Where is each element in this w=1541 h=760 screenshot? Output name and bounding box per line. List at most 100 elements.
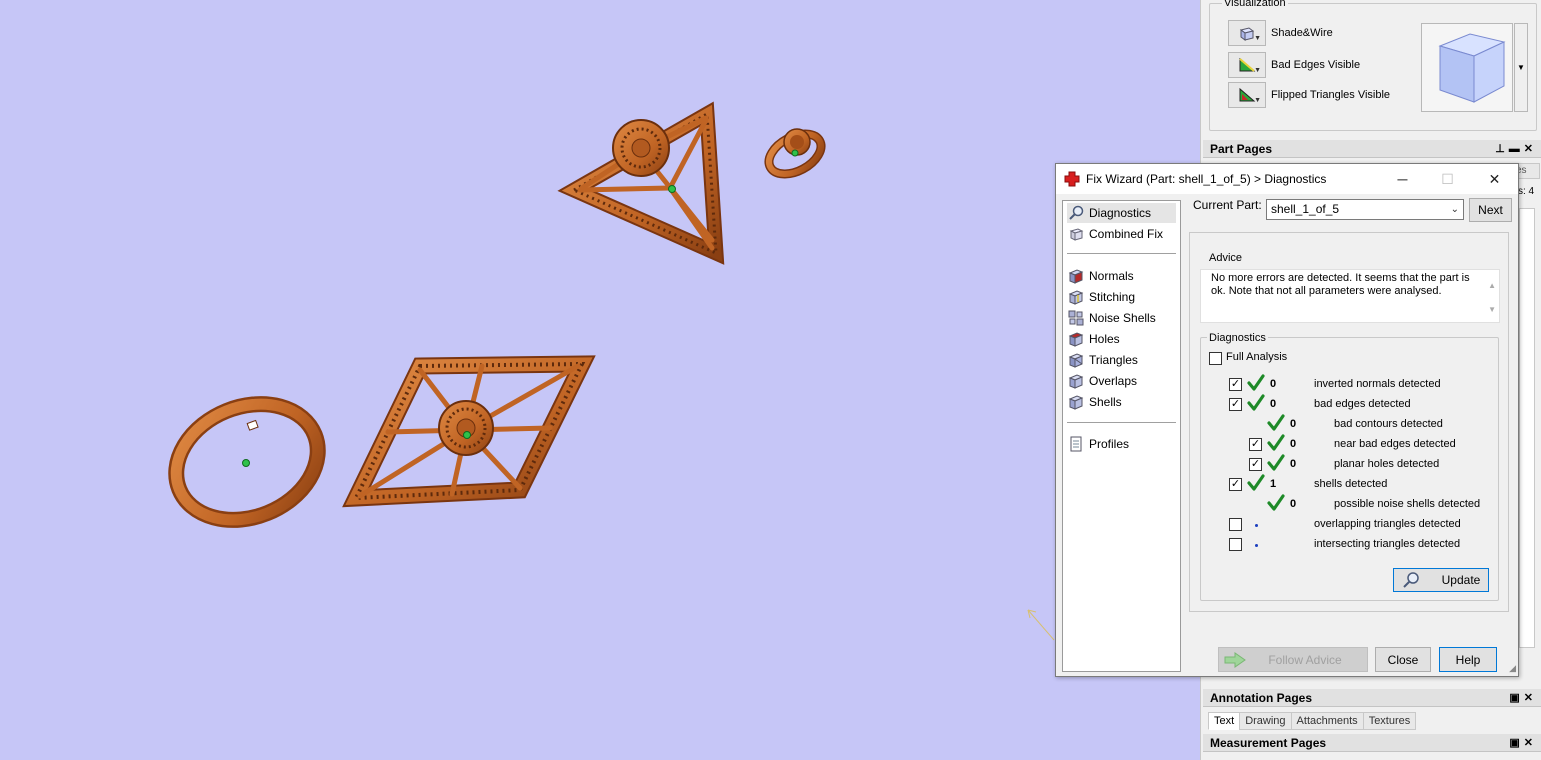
panel-controls[interactable]: ▣✕ [1509, 734, 1537, 752]
triangle-pendant-part[interactable] [557, 101, 725, 265]
green-check-icon [1267, 494, 1285, 511]
rhombus-pendant-part[interactable] [342, 355, 596, 508]
row-checkbox[interactable] [1229, 538, 1242, 551]
part-pages-header: Part Pages ⊥▬✕ [1203, 140, 1541, 158]
small-ring-part[interactable] [762, 126, 827, 182]
3d-viewport[interactable] [0, 0, 1200, 760]
wizard-nav-list: Diagnostics Combined Fix Normals Stitchi… [1062, 200, 1181, 672]
visualization-label: Visualization [1222, 0, 1288, 10]
nav-item-noise-shells[interactable]: Noise Shells [1067, 308, 1156, 328]
panel-controls[interactable]: ▣✕ [1509, 689, 1537, 707]
measurement-pages-title: Measurement Pages [1210, 736, 1327, 750]
shells-icon [1067, 393, 1085, 411]
current-part-value: shell_1_of_5 [1271, 202, 1340, 216]
flipped-triangles-button[interactable]: ▼ [1228, 82, 1266, 108]
visualization-group: Visualization ▼ Shade&Wire ▼ Bad Edges V… [1209, 0, 1537, 131]
cube-icon [1067, 225, 1085, 243]
annotation-pages-title: Annotation Pages [1210, 691, 1313, 705]
row-label: bad edges detected [1314, 398, 1411, 410]
advice-textbox[interactable]: No more errors are detected. It seems th… [1200, 269, 1500, 323]
overlaps-icon [1067, 372, 1085, 390]
nav-item-profiles[interactable]: Profiles [1067, 434, 1129, 454]
tab-drawing[interactable]: Drawing [1239, 712, 1292, 730]
row-count: 0 [1270, 378, 1277, 390]
full-analysis-checkbox[interactable] [1209, 352, 1222, 365]
part-pages-count-fragment: s: 4 [1518, 186, 1535, 197]
part-pages-scrollbar[interactable] [1519, 208, 1535, 648]
holes-icon [1067, 330, 1085, 348]
next-button[interactable]: Next [1469, 198, 1512, 222]
row-label: overlapping triangles detected [1314, 518, 1461, 530]
nav-label: Overlaps [1089, 374, 1138, 388]
tab-textures[interactable]: Textures [1362, 712, 1417, 730]
nav-label: Holes [1089, 332, 1120, 346]
row-checkbox[interactable]: ✓ [1249, 438, 1262, 451]
nav-item-normals[interactable]: Normals [1067, 266, 1134, 286]
minimize-button[interactable]: ─ [1380, 164, 1425, 194]
nav-label: Triangles [1089, 353, 1138, 367]
maximize-button[interactable]: ☐ [1425, 164, 1470, 194]
bad-edges-button[interactable]: ▼ [1228, 52, 1266, 78]
green-check-icon [1267, 454, 1285, 471]
bad-edges-row[interactable]: ▼ Bad Edges Visible [1228, 52, 1360, 78]
maximize-icon: ☐ [1441, 170, 1454, 187]
nav-label: Normals [1089, 269, 1134, 283]
nav-item-combined-fix[interactable]: Combined Fix [1067, 224, 1163, 244]
dialog-title: Fix Wizard (Part: shell_1_of_5) > Diagno… [1086, 172, 1327, 186]
shade-wire-button[interactable]: ▼ [1228, 20, 1266, 46]
nav-label: Stitching [1089, 290, 1136, 304]
full-analysis-label: Full Analysis [1226, 351, 1288, 363]
nav-item-diagnostics[interactable]: Diagnostics [1067, 203, 1176, 223]
triangles-icon [1067, 351, 1085, 369]
view-cube-icon [1438, 33, 1506, 103]
close-window-button[interactable]: ✕ [1472, 164, 1517, 194]
row-label: shells detected [1314, 478, 1388, 490]
dialog-titlebar[interactable]: Fix Wizard (Part: shell_1_of_5) > Diagno… [1056, 164, 1518, 194]
row-count: 0 [1290, 418, 1297, 430]
row-checkbox[interactable]: ✓ [1229, 478, 1242, 491]
advice-label: Advice [1207, 251, 1245, 265]
row-checkbox[interactable]: ✓ [1249, 458, 1262, 471]
nav-label: Diagnostics [1089, 206, 1152, 220]
stitching-icon [1067, 288, 1085, 306]
update-button[interactable]: Update [1393, 568, 1489, 592]
nav-label: Shells [1089, 395, 1122, 409]
row-label: possible noise shells detected [1334, 498, 1481, 510]
nav-item-shells[interactable]: Shells [1067, 392, 1122, 412]
magnifier-icon [1402, 572, 1419, 588]
annotation-pages-header: Annotation Pages ▣✕ [1203, 689, 1541, 707]
nav-item-overlaps[interactable]: Overlaps [1067, 371, 1137, 391]
document-icon [1067, 435, 1085, 453]
view-cube-dropdown[interactable]: ▼ [1514, 23, 1528, 112]
bad-edges-label: Bad Edges Visible [1271, 59, 1361, 71]
row-checkbox[interactable]: ✓ [1229, 378, 1242, 391]
row-checkbox[interactable] [1229, 518, 1242, 531]
measurement-pages-header: Measurement Pages ▣✕ [1203, 734, 1541, 752]
current-part-select[interactable]: shell_1_of_5 ⌄ [1266, 199, 1464, 220]
part-pages-title: Part Pages [1210, 142, 1273, 156]
view-cube[interactable] [1421, 23, 1513, 112]
pending-dot-icon [1255, 524, 1258, 527]
nav-item-stitching[interactable]: Stitching [1067, 287, 1135, 307]
medical-cross-icon [1064, 171, 1080, 187]
help-button[interactable]: Help [1439, 647, 1497, 672]
close-button[interactable]: Close [1375, 647, 1431, 672]
ring-band-part[interactable] [159, 384, 336, 541]
shade-wire-row[interactable]: ▼ Shade&Wire [1228, 20, 1333, 46]
advice-scroll-arrows[interactable]: ▲ ▼ [1488, 274, 1496, 322]
row-count: 0 [1290, 498, 1297, 510]
nav-item-triangles[interactable]: Triangles [1067, 350, 1138, 370]
row-checkbox[interactable]: ✓ [1229, 398, 1242, 411]
tab-text[interactable]: Text [1208, 712, 1241, 730]
resize-grip-icon[interactable]: ◢ [1509, 663, 1516, 674]
nav-label: Profiles [1089, 437, 1130, 451]
flipped-triangles-row[interactable]: ▼ Flipped Triangles Visible [1228, 82, 1390, 108]
panel-controls[interactable]: ⊥▬✕ [1495, 140, 1537, 158]
axis-indicator [1027, 609, 1055, 641]
advice-text: No more errors are detected. It seems th… [1211, 272, 1470, 297]
nav-item-holes[interactable]: Holes [1067, 329, 1120, 349]
update-label: Update [1441, 573, 1481, 587]
flipped-triangles-label: Flipped Triangles Visible [1271, 89, 1391, 101]
follow-advice-button[interactable]: Follow Advice [1218, 647, 1368, 672]
tab-attachments[interactable]: Attachments [1290, 712, 1364, 730]
